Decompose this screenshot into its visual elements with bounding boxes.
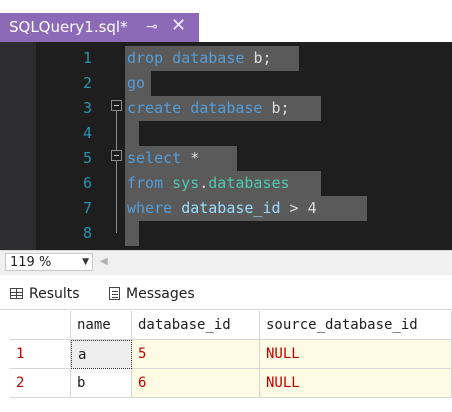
line-number: 5: [82, 149, 92, 167]
code-token: database_id: [181, 199, 281, 217]
row-number[interactable]: 1: [10, 340, 71, 369]
grid-icon: [10, 288, 23, 299]
code-token: sys: [172, 174, 200, 192]
editor-status-bar: 119 % ▼ ◀: [0, 250, 452, 275]
code-token: ;: [262, 49, 272, 67]
cell-name[interactable]: a: [71, 340, 132, 369]
chevron-down-icon: ▼: [82, 257, 89, 267]
code-token: create: [127, 99, 182, 117]
code-token: where: [127, 199, 173, 217]
tab-sqlquery1[interactable]: SQLQuery1.sql* ⊸ ✕: [0, 13, 199, 42]
table-row[interactable]: 1 a 5 NULL: [10, 340, 452, 369]
line-number: 3: [82, 99, 92, 117]
code-token: database: [181, 99, 272, 117]
code-token: select: [127, 149, 182, 167]
outline-fold-line: [116, 109, 117, 233]
cell-source-database-id[interactable]: NULL: [260, 340, 452, 369]
code-token: b: [271, 99, 281, 117]
code-line[interactable]: create database b;: [127, 96, 290, 121]
query-editor[interactable]: 1 2 3 4 5 6 7 8 drop database b; go create databa…: [0, 42, 452, 250]
row-number[interactable]: 2: [10, 369, 71, 398]
code-token: *: [181, 149, 200, 167]
code-token: from: [127, 174, 164, 192]
zoom-value: 119 %: [10, 255, 52, 270]
zoom-dropdown[interactable]: 119 % ▼: [5, 253, 93, 271]
editor-margin: [0, 42, 36, 250]
line-number: 8: [82, 224, 92, 242]
line-number: 2: [82, 74, 92, 92]
code-token: database: [163, 49, 254, 67]
selection-highlight: [125, 221, 139, 246]
code-line[interactable]: drop database b;: [127, 46, 272, 71]
line-number: 6: [82, 174, 92, 192]
column-header-database-id[interactable]: database_id: [132, 311, 260, 340]
messages-icon: [109, 287, 120, 300]
close-icon[interactable]: ✕: [171, 15, 186, 37]
row-number-header[interactable]: [10, 311, 71, 340]
tab-results[interactable]: Results: [10, 283, 80, 307]
code-token: 4: [307, 199, 317, 217]
code-token: drop: [127, 49, 164, 67]
collapse-toggle-icon[interactable]: [111, 100, 122, 111]
code-line[interactable]: select *: [127, 146, 199, 171]
tab-messages[interactable]: Messages: [109, 283, 195, 307]
scroll-left-arrow-icon[interactable]: ◀: [100, 256, 108, 268]
tab-messages-label: Messages: [126, 286, 195, 302]
tab-results-label: Results: [29, 286, 80, 302]
grid-header-row: name database_id source_database_id: [10, 311, 452, 340]
cell-database-id[interactable]: 5: [132, 340, 260, 369]
code-token: >: [280, 199, 308, 217]
collapse-toggle-icon[interactable]: [111, 150, 122, 161]
document-tab-strip: SQLQuery1.sql* ⊸ ✕: [0, 0, 452, 42]
cell-database-id[interactable]: 6: [132, 369, 260, 398]
column-header-name[interactable]: name: [71, 311, 132, 340]
code-token: .: [199, 174, 209, 192]
cell-source-database-id[interactable]: NULL: [260, 369, 452, 398]
line-number: 1: [82, 49, 92, 67]
tab-title: SQLQuery1.sql*: [9, 18, 128, 36]
code-token: go: [127, 74, 146, 92]
table-row[interactable]: 2 b 6 NULL: [10, 369, 452, 398]
code-token: databases: [208, 174, 290, 192]
results-pane-tabs: Results Messages: [0, 275, 452, 310]
cell-name[interactable]: b: [71, 369, 132, 398]
line-number: 7: [82, 199, 92, 217]
code-line[interactable]: where database_id > 4: [127, 196, 317, 221]
code-line[interactable]: from sys.databases: [127, 171, 290, 196]
line-number: 4: [82, 124, 92, 142]
column-header-source-database-id[interactable]: source_database_id: [260, 311, 452, 340]
line-number-gutter: 1 2 3 4 5 6 7 8: [36, 42, 92, 250]
pin-icon[interactable]: ⊸: [146, 17, 158, 37]
selection-highlight: [125, 121, 139, 146]
code-token: ;: [280, 99, 290, 117]
code-line[interactable]: go: [127, 71, 145, 96]
